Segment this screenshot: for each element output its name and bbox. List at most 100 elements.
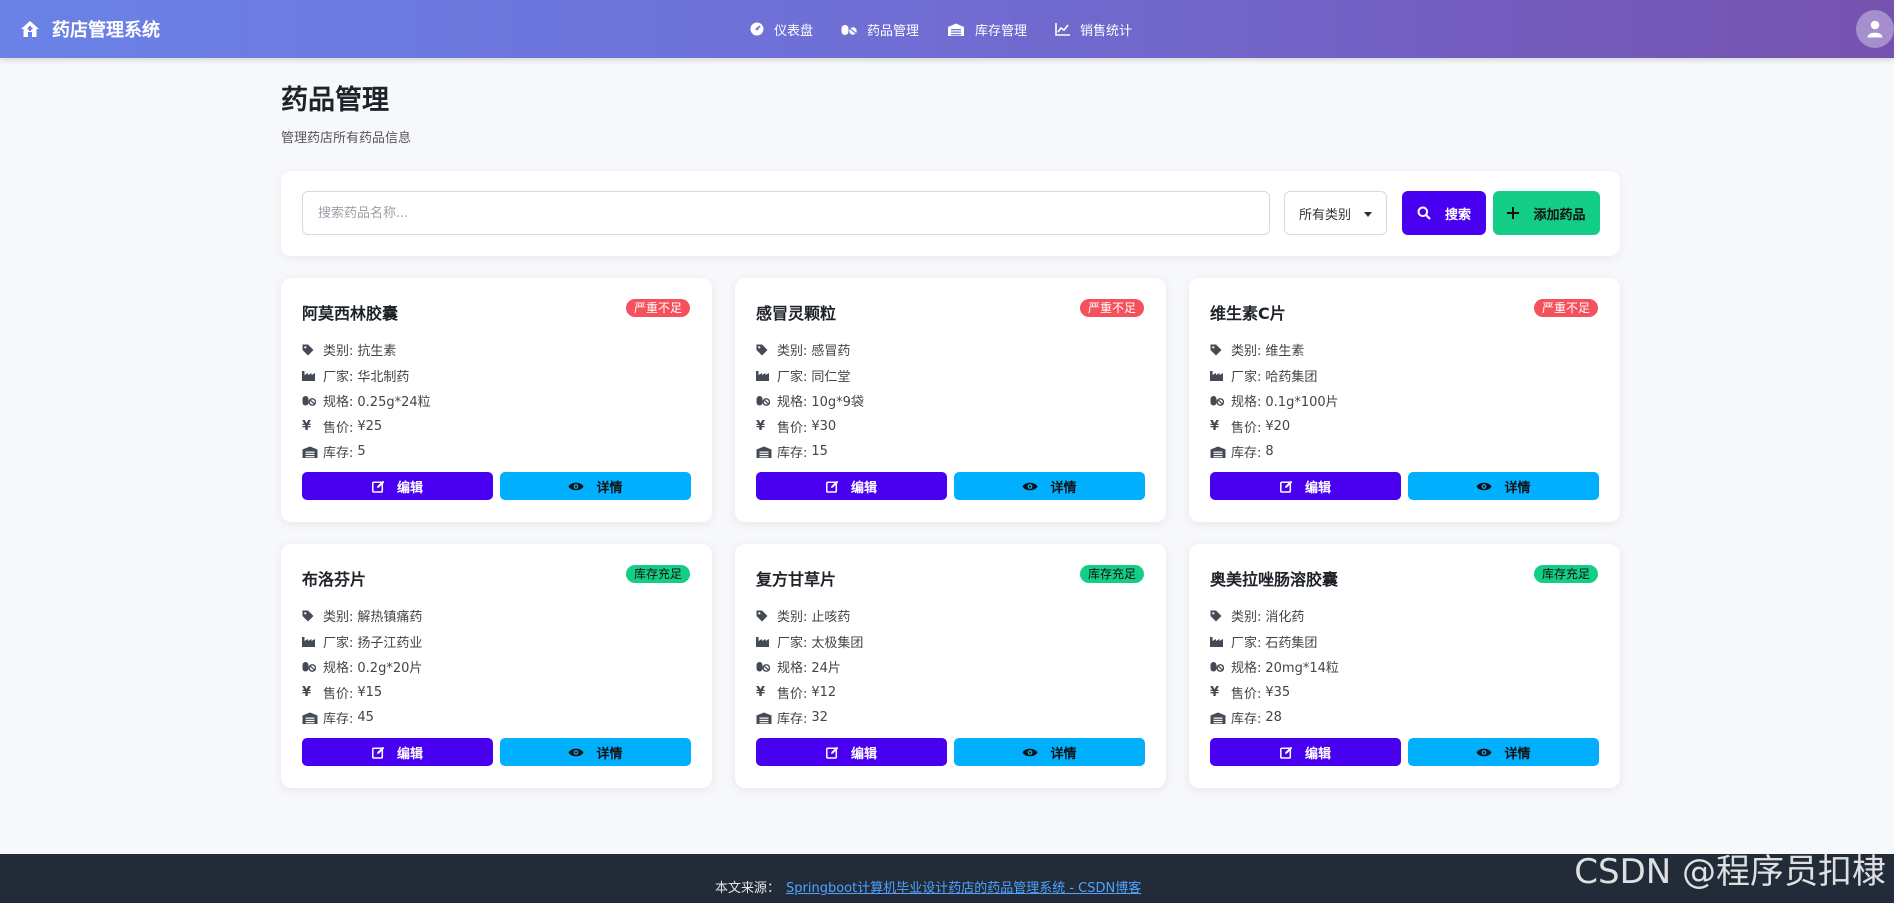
pills-icon bbox=[756, 396, 770, 407]
card-category-value: 解热镇痛药 bbox=[357, 610, 423, 626]
tag-icon bbox=[302, 610, 314, 622]
medicine-name: 感冒灵颗粒 bbox=[756, 304, 837, 323]
detail-button[interactable]: 详情 bbox=[954, 738, 1145, 766]
card-price-label: 售价: bbox=[777, 420, 808, 436]
edit-button[interactable]: 编辑 bbox=[1210, 738, 1401, 766]
card-stock-label: 库存: bbox=[323, 712, 354, 728]
card-maker-label: 厂家: bbox=[777, 635, 808, 651]
footer-prefix: 本文来源： bbox=[715, 881, 781, 896]
edit-button[interactable]: 编辑 bbox=[302, 738, 493, 766]
home-icon bbox=[21, 21, 39, 37]
detail-button-label: 详情 bbox=[1504, 480, 1531, 496]
medicine-attributes: 类别: 维生素 厂家: 哈药集团 规格: 0.1g*100片 ¥ 售价: ¥20 库存: 8 bbox=[1210, 337, 1339, 465]
nav-dashboard[interactable]: 仪表盘 bbox=[750, 20, 813, 39]
detail-button[interactable]: 详情 bbox=[500, 738, 691, 766]
pills-icon bbox=[841, 24, 857, 35]
pills-icon bbox=[756, 662, 770, 673]
eye-icon bbox=[568, 482, 584, 490]
warehouse-icon bbox=[1210, 712, 1226, 724]
yen-icon: ¥ bbox=[756, 418, 766, 434]
nav-medicine-label: 药品管理 bbox=[867, 23, 920, 39]
card-price-value: ¥12 bbox=[811, 684, 837, 700]
card-maker: 厂家: 扬子江药业 bbox=[302, 629, 422, 655]
card-maker: 厂家: 石药集团 bbox=[1210, 629, 1339, 655]
card-stock-value: 32 bbox=[811, 710, 828, 726]
card-price-value: ¥15 bbox=[357, 684, 383, 700]
page-subtitle: 管理药店所有药品信息 bbox=[281, 131, 412, 146]
detail-button-label: 详情 bbox=[1050, 480, 1077, 496]
detail-button-label: 详情 bbox=[1050, 746, 1077, 762]
medicine-card: 奥美拉唑肠溶胶囊 库存充足 类别: 消化药 厂家: 石药集团 规格: 20mg*14粒 ¥ 售价:… bbox=[1189, 544, 1620, 788]
card-maker-value: 石药集团 bbox=[1265, 635, 1318, 651]
card-category-value: 抗生素 bbox=[357, 344, 397, 360]
card-price-value: ¥35 bbox=[1265, 684, 1291, 700]
footer-source-link[interactable]: Springboot计算机毕业设计药店的药品管理系统 - CSDN博客 bbox=[786, 881, 1141, 896]
card-spec-label: 规格: bbox=[777, 661, 808, 677]
card-stock-value: 5 bbox=[357, 444, 366, 460]
add-medicine-button[interactable]: 添加药品 bbox=[1493, 191, 1600, 235]
category-select[interactable]: 所有类别 bbox=[1284, 191, 1387, 235]
nav-medicine[interactable]: 药品管理 bbox=[841, 20, 919, 39]
pills-icon bbox=[1210, 396, 1224, 407]
medicine-name: 维生素C片 bbox=[1210, 304, 1286, 323]
card-maker-label: 厂家: bbox=[323, 635, 354, 651]
search-icon bbox=[1417, 206, 1431, 220]
detail-button[interactable]: 详情 bbox=[1408, 472, 1599, 500]
edit-button[interactable]: 编辑 bbox=[1210, 472, 1401, 500]
detail-button[interactable]: 详情 bbox=[1408, 738, 1599, 766]
card-category: 类别: 抗生素 bbox=[302, 337, 431, 363]
card-stock-label: 库存: bbox=[777, 446, 808, 462]
card-stock: 库存: 15 bbox=[756, 439, 864, 465]
card-price-label: 售价: bbox=[1231, 686, 1262, 702]
edit-button[interactable]: 编辑 bbox=[756, 738, 947, 766]
yen-icon: ¥ bbox=[1210, 684, 1220, 700]
chart-line-icon bbox=[1055, 22, 1071, 36]
card-price: ¥ 售价: ¥15 bbox=[302, 680, 422, 706]
tag-icon bbox=[302, 344, 314, 356]
page-title: 药品管理 bbox=[281, 85, 389, 116]
eye-icon bbox=[1476, 482, 1492, 490]
nav-dashboard-label: 仪表盘 bbox=[774, 23, 814, 39]
card-category: 类别: 感冒药 bbox=[756, 337, 864, 363]
medicine-attributes: 类别: 感冒药 厂家: 同仁堂 规格: 10g*9袋 ¥ 售价: ¥30 库存: 15 bbox=[756, 337, 864, 465]
watermark: CSDN @程序员扣棣 bbox=[1574, 852, 1886, 892]
card-price: ¥ 售价: ¥35 bbox=[1210, 680, 1339, 706]
nav-sales-label: 销售统计 bbox=[1080, 23, 1133, 39]
user-avatar[interactable] bbox=[1856, 10, 1894, 48]
card-price-label: 售价: bbox=[1231, 420, 1262, 436]
search-button[interactable]: 搜索 bbox=[1402, 191, 1486, 235]
edit-icon bbox=[1280, 480, 1293, 493]
card-spec-label: 规格: bbox=[1231, 395, 1262, 411]
stock-status-badge: 严重不足 bbox=[625, 299, 690, 317]
card-price-label: 售价: bbox=[323, 420, 354, 436]
card-spec: 规格: 10g*9袋 bbox=[756, 388, 864, 414]
card-spec: 规格: 0.2g*20片 bbox=[302, 654, 422, 680]
user-icon bbox=[1867, 20, 1883, 38]
footer: 本文来源： Springboot计算机毕业设计药店的药品管理系统 - CSDN博客… bbox=[0, 852, 1894, 903]
brand-title: 药店管理系统 bbox=[52, 20, 160, 41]
card-stock: 库存: 28 bbox=[1210, 705, 1339, 731]
nav-sales[interactable]: 销售统计 bbox=[1055, 20, 1132, 39]
card-maker: 厂家: 华北制药 bbox=[302, 363, 431, 389]
card-price: ¥ 售价: ¥20 bbox=[1210, 414, 1339, 440]
card-spec: 规格: 0.1g*100片 bbox=[1210, 388, 1339, 414]
detail-button[interactable]: 详情 bbox=[500, 472, 691, 500]
factory-icon bbox=[1210, 636, 1223, 647]
card-stock-label: 库存: bbox=[1231, 446, 1262, 462]
edit-button-label: 编辑 bbox=[396, 480, 423, 496]
card-spec-label: 规格: bbox=[323, 395, 354, 411]
detail-button-label: 详情 bbox=[1504, 746, 1531, 762]
caret-down-icon bbox=[1364, 212, 1372, 217]
edit-button[interactable]: 编辑 bbox=[756, 472, 947, 500]
edit-button[interactable]: 编辑 bbox=[302, 472, 493, 500]
stock-status-badge: 库存充足 bbox=[1533, 565, 1598, 583]
category-select-value: 所有类别 bbox=[1299, 207, 1352, 223]
card-spec-value: 20mg*14粒 bbox=[1265, 661, 1339, 677]
medicine-name: 复方甘草片 bbox=[756, 570, 837, 589]
medicine-name: 奥美拉唑肠溶胶囊 bbox=[1210, 570, 1339, 589]
edit-icon bbox=[826, 746, 839, 759]
nav-inventory[interactable]: 库存管理 bbox=[947, 20, 1027, 39]
brand[interactable]: 药店管理系统 bbox=[20, 0, 160, 58]
search-input[interactable] bbox=[302, 191, 1270, 235]
detail-button[interactable]: 详情 bbox=[954, 472, 1145, 500]
